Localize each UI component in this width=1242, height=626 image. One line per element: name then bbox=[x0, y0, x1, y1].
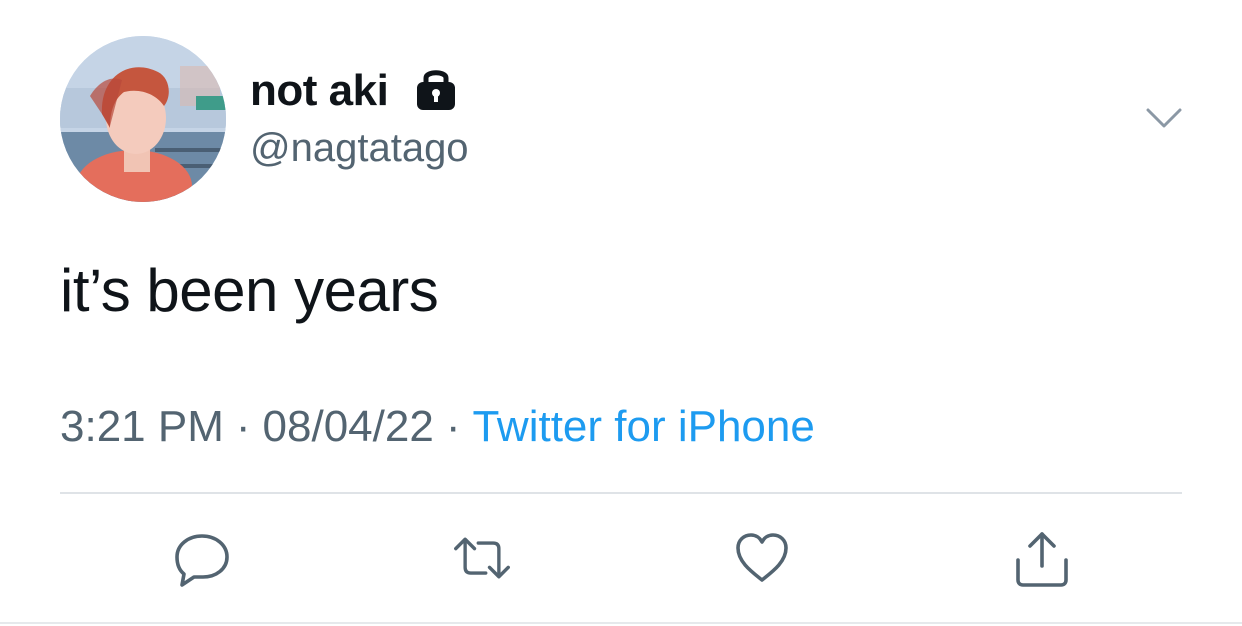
heart-icon bbox=[736, 533, 788, 582]
like-button[interactable] bbox=[732, 528, 792, 588]
bottom-divider bbox=[0, 622, 1242, 624]
retweet-icon bbox=[454, 537, 510, 579]
user-handle[interactable]: @nagtatago bbox=[250, 126, 469, 171]
avatar[interactable] bbox=[60, 36, 226, 202]
reply-icon bbox=[175, 534, 229, 587]
display-name[interactable]: not aki bbox=[250, 64, 389, 118]
meta-separator: · bbox=[445, 402, 461, 451]
tweet-meta: 3:21 PM · 08/04/22 · Twitter for iPhone bbox=[60, 402, 815, 452]
chevron-down-icon[interactable] bbox=[1144, 104, 1184, 132]
tweet-source-link[interactable]: Twitter for iPhone bbox=[472, 402, 814, 451]
reply-button[interactable] bbox=[172, 528, 232, 588]
profile-photo bbox=[60, 36, 226, 202]
tweet-text: it’s been years bbox=[60, 257, 439, 324]
share-button[interactable] bbox=[1012, 528, 1072, 588]
tweet-time[interactable]: 3:21 PM bbox=[60, 402, 224, 451]
divider bbox=[60, 492, 1182, 494]
lock-icon bbox=[417, 70, 455, 110]
tweet-date[interactable]: 08/04/22 bbox=[263, 402, 434, 451]
meta-separator: · bbox=[235, 402, 251, 451]
retweet-button[interactable] bbox=[452, 528, 512, 588]
share-icon bbox=[1016, 532, 1068, 587]
